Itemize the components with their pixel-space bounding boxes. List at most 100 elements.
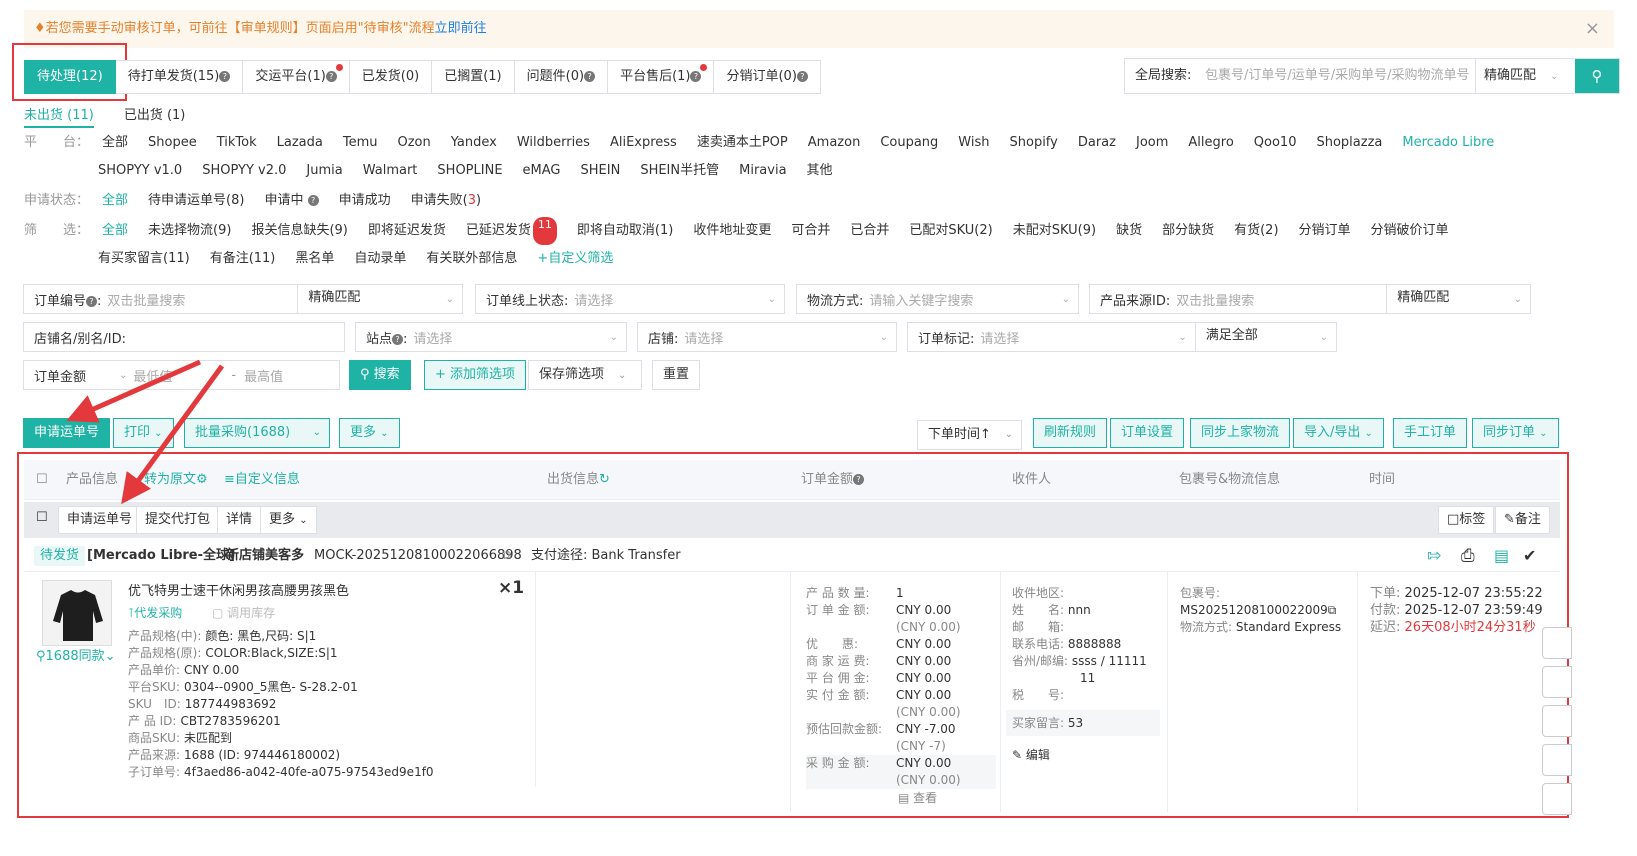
filter-item[interactable]: 分销破价订单 bbox=[1371, 217, 1449, 245]
filter-item[interactable]: 报关信息缺失(9) bbox=[251, 217, 347, 245]
side-button[interactable] bbox=[1542, 627, 1572, 659]
apply-waybill-button[interactable]: 申请运单号 bbox=[23, 418, 111, 448]
platform-item[interactable]: 全部 bbox=[102, 129, 128, 157]
filter-item[interactable]: 缺货 bbox=[1116, 217, 1142, 245]
filter-item[interactable]: 可合并 bbox=[791, 217, 830, 245]
filter-item[interactable]: 即将自动取消(1) bbox=[577, 217, 673, 245]
platform-item[interactable]: 其他 bbox=[807, 157, 833, 185]
tab-5[interactable]: 问题件(0)? bbox=[514, 60, 609, 94]
side-button[interactable] bbox=[1542, 705, 1572, 737]
filter-item[interactable]: 部分缺货 bbox=[1162, 217, 1214, 245]
apply-all[interactable]: 全部 bbox=[102, 187, 128, 215]
tab-0[interactable]: 待处理(12) bbox=[24, 60, 116, 94]
apply-failed[interactable]: 申请失败(3) bbox=[411, 187, 481, 215]
more-button[interactable]: 更多 ⌄ bbox=[339, 418, 400, 448]
platform-item[interactable]: AliExpress bbox=[610, 129, 677, 157]
side-button[interactable] bbox=[1542, 744, 1572, 776]
filter-item[interactable]: 有买家留言(11) bbox=[98, 245, 190, 273]
tab-1[interactable]: 待打单发货(15)? bbox=[115, 60, 244, 94]
tab-4[interactable]: 已搁置(1) bbox=[432, 60, 515, 94]
global-search-input[interactable]: 包裹号/订单号/运单号/采购单号/采购物流单号 bbox=[1205, 59, 1475, 93]
platform-item[interactable]: Temu bbox=[343, 129, 378, 157]
side-button[interactable] bbox=[1542, 783, 1572, 815]
platform-item[interactable]: Mercado Libre bbox=[1402, 129, 1494, 157]
platform-item[interactable]: Ozon bbox=[397, 129, 430, 157]
platform-item[interactable]: TikTok bbox=[217, 129, 257, 157]
platform-item[interactable]: Qoo10 bbox=[1254, 129, 1297, 157]
platform-item[interactable]: Wildberries bbox=[517, 129, 590, 157]
amount-min[interactable]: 最低值 bbox=[133, 366, 223, 385]
save-filter-button[interactable]: 保存筛选项 ⌄ bbox=[528, 360, 642, 390]
filter-item[interactable]: 有货(2) bbox=[1234, 217, 1278, 245]
print-button[interactable]: 打印 ⌄ bbox=[113, 418, 174, 448]
filter-item[interactable]: 黑名单 bbox=[295, 245, 334, 273]
filter-item[interactable]: 已配对SKU(2) bbox=[909, 217, 992, 245]
tab-shipped[interactable]: 已出货 (1) bbox=[124, 104, 186, 128]
order-no-input[interactable]: 双击批量搜索 bbox=[107, 290, 297, 309]
notice-link[interactable]: 立即前往 bbox=[435, 21, 487, 36]
platform-item[interactable]: SHOPYY v1.0 bbox=[98, 157, 182, 185]
filter-item[interactable]: 自动录单 bbox=[354, 245, 406, 273]
platform-item[interactable]: Miravia bbox=[739, 157, 786, 185]
platform-item[interactable]: Lazada bbox=[277, 129, 323, 157]
platform-item[interactable]: Yandex bbox=[451, 129, 497, 157]
platform-item[interactable]: Allegro bbox=[1188, 129, 1233, 157]
tab-7[interactable]: 分销订单(0)? bbox=[714, 60, 821, 94]
platform-item[interactable]: Jumia bbox=[306, 157, 342, 185]
match-select[interactable]: 精确匹配 ⌄ bbox=[1475, 59, 1575, 93]
platform-item[interactable]: Walmart bbox=[363, 157, 418, 185]
tab-6[interactable]: 平台售后(1)? bbox=[608, 60, 715, 94]
filter-item[interactable]: 已合并 bbox=[850, 217, 889, 245]
platform-item[interactable]: Daraz bbox=[1078, 129, 1116, 157]
tab-3[interactable]: 已发货(0) bbox=[349, 60, 433, 94]
filter-item[interactable]: 未配对SKU(9) bbox=[1013, 217, 1096, 245]
platform-item[interactable]: Shopee bbox=[148, 129, 197, 157]
custom-filter-link[interactable]: +自定义筛选 bbox=[537, 245, 613, 273]
order-no-field[interactable]: 订单编号?: 双击批量搜索 精确匹配 ⌄ bbox=[23, 284, 463, 314]
filter-item[interactable]: 收件地址变更 bbox=[693, 217, 771, 245]
apply-success[interactable]: 申请成功 bbox=[339, 187, 391, 215]
filter-item[interactable]: 全部 bbox=[102, 217, 128, 245]
platform-item[interactable]: Joom bbox=[1136, 129, 1168, 157]
platform-item[interactable]: eMAG bbox=[523, 157, 561, 185]
filter-item[interactable]: 有备注(11) bbox=[210, 245, 276, 273]
import-export-button[interactable]: 导入/导出 ⌄ bbox=[1293, 418, 1384, 448]
search-button[interactable]: ⚲ 搜索 bbox=[349, 360, 411, 390]
search-icon[interactable]: ⚲ bbox=[1575, 59, 1619, 93]
platform-item[interactable]: Shopify bbox=[1010, 129, 1058, 157]
sync-orders-button[interactable]: 同步订单 ⌄ bbox=[1472, 418, 1559, 448]
apply-pending[interactable]: 待申请运单号(8) bbox=[148, 187, 244, 215]
platform-item[interactable]: SHEIN半托管 bbox=[640, 157, 719, 185]
platform-item[interactable]: Shoplazza bbox=[1316, 129, 1382, 157]
platform-item[interactable]: SHOPYY v2.0 bbox=[202, 157, 286, 185]
filter-item[interactable]: 未选择物流(9) bbox=[148, 217, 231, 245]
platform-item[interactable]: Coupang bbox=[880, 129, 938, 157]
side-button[interactable] bbox=[1542, 666, 1572, 698]
sort-select[interactable]: 下单时间↑ ⌄ bbox=[917, 420, 1022, 450]
platform-item[interactable]: 速卖通本土POP bbox=[697, 129, 788, 157]
add-filter-button[interactable]: + 添加筛选项 bbox=[424, 360, 527, 390]
platform-item[interactable]: Wish bbox=[958, 129, 989, 157]
platform-item[interactable]: SHEIN bbox=[581, 157, 621, 185]
batch-purchase-button[interactable]: 批量采购(1688) ⌄ bbox=[184, 418, 330, 448]
filter-item[interactable]: 有关联外部信息 bbox=[426, 245, 517, 273]
mark-condition[interactable]: 满足全部 bbox=[1194, 323, 1312, 351]
platform-item[interactable]: Amazon bbox=[808, 129, 861, 157]
close-icon[interactable]: × bbox=[1585, 10, 1600, 48]
order-mark-select[interactable]: 订单标记: 请选择 ⌄ 满足全部 ⌄ bbox=[907, 322, 1337, 352]
logistics-select[interactable]: 物流方式: 请输入关键字搜索 ⌄ bbox=[796, 284, 1079, 314]
source-id-field[interactable]: 产品来源ID: 双击批量搜索 精确匹配 ⌄ bbox=[1089, 284, 1531, 314]
filter-item[interactable]: 即将延迟发货 bbox=[368, 217, 446, 245]
tab-2[interactable]: 交运平台(1)? bbox=[243, 60, 350, 94]
shop-name-field[interactable]: 店铺名/别名/ID: bbox=[23, 322, 345, 352]
manual-order-button[interactable]: 手工订单 bbox=[1393, 418, 1468, 448]
platform-item[interactable]: SHOPLINE bbox=[437, 157, 502, 185]
filter-item[interactable]: 已延迟发货 bbox=[466, 217, 531, 245]
site-select[interactable]: 站点?: 请选择 ⌄ bbox=[355, 322, 627, 352]
online-status-select[interactable]: 订单线上状态: 请选择 ⌄ bbox=[475, 284, 785, 314]
filter-item[interactable]: 分销订单 bbox=[1299, 217, 1351, 245]
reset-button[interactable]: 重置 bbox=[652, 360, 701, 390]
shop-select[interactable]: 店铺: 请选择 ⌄ bbox=[637, 322, 897, 352]
apply-in-progress[interactable]: 申请中 ? bbox=[264, 187, 319, 215]
order-settings-button[interactable]: 订单设置 bbox=[1110, 418, 1185, 448]
